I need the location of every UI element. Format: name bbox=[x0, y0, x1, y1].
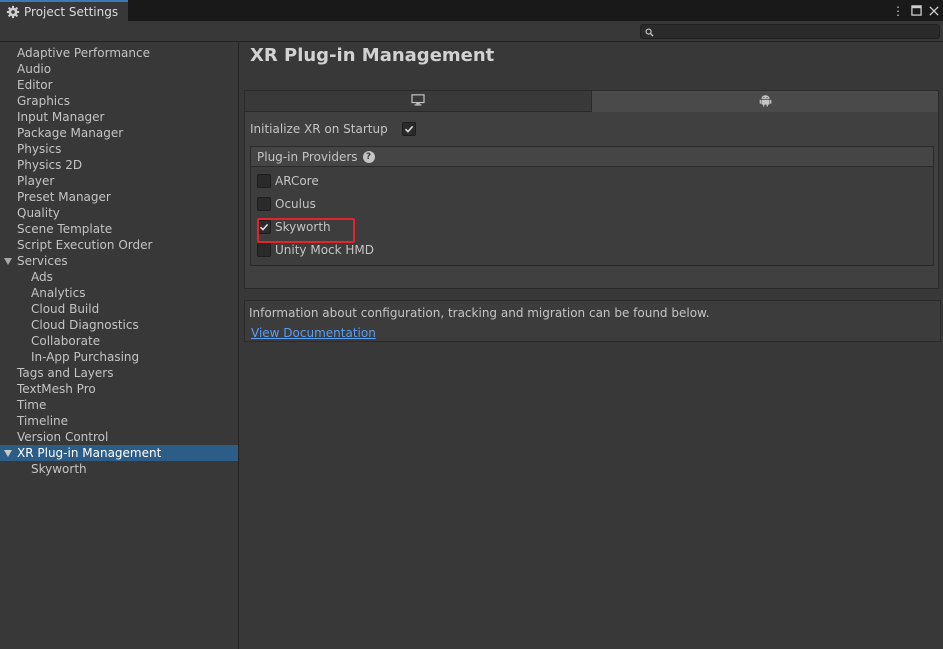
sidebar-item-textmesh-pro[interactable]: TextMesh Pro bbox=[0, 381, 238, 397]
highlight-box bbox=[257, 218, 355, 243]
sidebar-item-preset-manager[interactable]: Preset Manager bbox=[0, 189, 238, 205]
view-documentation-link[interactable]: View Documentation bbox=[251, 326, 376, 340]
sidebar-item-quality[interactable]: Quality bbox=[0, 205, 238, 221]
sidebar-item-cloud-build[interactable]: Cloud Build bbox=[0, 301, 238, 317]
init-xr-label: Initialize XR on Startup bbox=[250, 122, 388, 136]
sidebar-item-collaborate[interactable]: Collaborate bbox=[0, 333, 238, 349]
plugin-providers-header: Plug-in Providers ? bbox=[251, 147, 933, 167]
sidebar-item-xr-plugin-management[interactable]: XR Plug-in Management bbox=[0, 445, 238, 461]
sidebar-item-cloud-diagnostics[interactable]: Cloud Diagnostics bbox=[0, 317, 238, 333]
sidebar-item-scene-template[interactable]: Scene Template bbox=[0, 221, 238, 237]
sidebar-item-services[interactable]: Services bbox=[0, 253, 238, 269]
sidebar-item-physics[interactable]: Physics bbox=[0, 141, 238, 157]
provider-label: ARCore bbox=[275, 174, 319, 188]
settings-sidebar: Adaptive Performance Audio Editor Graphi… bbox=[0, 42, 239, 649]
provider-arcore: ARCore bbox=[257, 173, 319, 189]
platform-tabs bbox=[245, 91, 938, 112]
sidebar-item-player[interactable]: Player bbox=[0, 173, 238, 189]
plugin-providers-box: Plug-in Providers ? ARCore Oculus Skywor… bbox=[250, 146, 934, 266]
sidebar-item-script-execution-order[interactable]: Script Execution Order bbox=[0, 237, 238, 253]
sidebar-item-package-manager[interactable]: Package Manager bbox=[0, 125, 238, 141]
info-text: Information about configuration, trackin… bbox=[249, 306, 710, 320]
sidebar-item-timeline[interactable]: Timeline bbox=[0, 413, 238, 429]
sidebar-item-graphics[interactable]: Graphics bbox=[0, 93, 238, 109]
search-toolbar bbox=[0, 21, 943, 42]
sidebar-item-time[interactable]: Time bbox=[0, 397, 238, 413]
sidebar-item-version-control[interactable]: Version Control bbox=[0, 429, 238, 445]
project-settings-tab[interactable]: Project Settings bbox=[0, 0, 128, 22]
plugin-providers-title: Plug-in Providers bbox=[257, 149, 358, 164]
sidebar-item-physics-2d[interactable]: Physics 2D bbox=[0, 157, 238, 173]
title-bar: Project Settings ⋮ bbox=[0, 0, 943, 22]
page-title: XR Plug-in Management bbox=[250, 45, 495, 66]
expand-triangle-icon[interactable] bbox=[4, 258, 12, 265]
init-xr-row: Initialize XR on Startup bbox=[250, 122, 416, 136]
sidebar-item-label: Services bbox=[17, 254, 68, 268]
search-input[interactable] bbox=[640, 24, 940, 39]
expand-triangle-icon[interactable] bbox=[4, 450, 12, 457]
monitor-icon bbox=[411, 93, 425, 109]
maximize-icon[interactable] bbox=[907, 2, 925, 20]
help-icon[interactable]: ? bbox=[362, 150, 375, 163]
sidebar-item-analytics[interactable]: Analytics bbox=[0, 285, 238, 301]
init-xr-checkbox[interactable] bbox=[402, 122, 416, 136]
tab-standalone[interactable] bbox=[245, 91, 592, 112]
sidebar-item-tags-and-layers[interactable]: Tags and Layers bbox=[0, 365, 238, 381]
sidebar-item-input-manager[interactable]: Input Manager bbox=[0, 109, 238, 125]
provider-checkbox[interactable] bbox=[257, 243, 271, 257]
android-icon bbox=[759, 94, 772, 110]
provider-unity-mock-hmd: Unity Mock HMD bbox=[257, 242, 374, 258]
search-icon bbox=[645, 26, 655, 37]
sidebar-item-adaptive-performance[interactable]: Adaptive Performance bbox=[0, 45, 238, 61]
info-box: Information about configuration, trackin… bbox=[244, 300, 941, 342]
provider-oculus: Oculus bbox=[257, 196, 316, 212]
close-icon[interactable] bbox=[925, 2, 943, 20]
sidebar-item-ads[interactable]: Ads bbox=[0, 269, 238, 285]
sidebar-item-editor[interactable]: Editor bbox=[0, 77, 238, 93]
settings-content: XR Plug-in Management Initialize XR on S… bbox=[240, 42, 943, 649]
platform-settings-panel: Initialize XR on Startup Plug-in Provide… bbox=[244, 90, 939, 289]
tab-title: Project Settings bbox=[24, 5, 119, 19]
gear-icon bbox=[6, 5, 20, 19]
sidebar-item-in-app-purchasing[interactable]: In-App Purchasing bbox=[0, 349, 238, 365]
sidebar-item-audio[interactable]: Audio bbox=[0, 61, 238, 77]
sidebar-item-skyworth[interactable]: Skyworth bbox=[0, 461, 238, 477]
checkmark-icon bbox=[404, 125, 414, 133]
tab-android[interactable] bbox=[592, 91, 938, 112]
provider-checkbox[interactable] bbox=[257, 197, 271, 211]
provider-checkbox[interactable] bbox=[257, 174, 271, 188]
sidebar-item-label: XR Plug-in Management bbox=[17, 446, 162, 460]
provider-label: Oculus bbox=[275, 197, 316, 211]
more-options-icon[interactable]: ⋮ bbox=[889, 2, 907, 20]
provider-label: Unity Mock HMD bbox=[275, 243, 375, 257]
